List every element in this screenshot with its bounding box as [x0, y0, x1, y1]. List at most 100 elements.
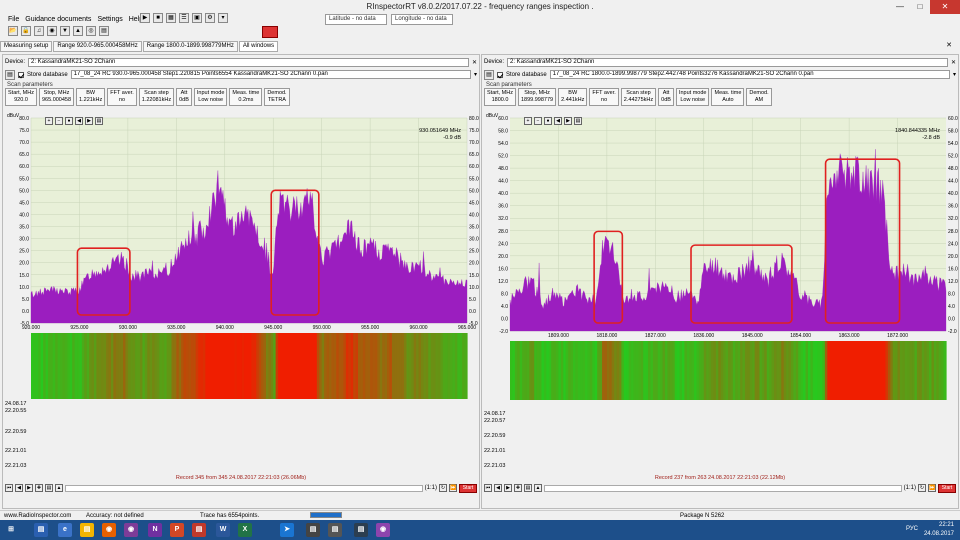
clock[interactable]: 22:21 24.08.2017 [924, 521, 954, 539]
pan-left-icon[interactable]: ◀ [554, 117, 562, 125]
firefox-icon[interactable]: ◉ [102, 523, 116, 537]
save-icon[interactable]: ▤ [524, 484, 532, 492]
ie-icon[interactable]: e [58, 523, 72, 537]
param-stop-mhz[interactable]: Stop, MHz 965.000458 [38, 88, 75, 106]
tab-measuring-setup[interactable]: Measuring setup [0, 41, 53, 52]
terminal-icon[interactable]: ▤ [328, 523, 342, 537]
target-icon[interactable]: ◎ [86, 26, 96, 36]
lock-view-icon[interactable]: ▤ [95, 117, 103, 125]
pan-left-icon[interactable]: ◀ [75, 117, 83, 125]
dropdown-icon[interactable]: ▾ [218, 13, 228, 23]
list-icon[interactable]: ☰ [179, 13, 189, 23]
first-icon[interactable]: ⏮ [484, 484, 492, 492]
param-scan-step[interactable]: Scan step 2.44275kHz [620, 88, 657, 106]
close-button[interactable]: ✕ [930, 0, 960, 14]
tab-range-920[interactable]: Range 920.0-965.000458MHz [53, 41, 142, 52]
word-icon[interactable]: W [216, 523, 230, 537]
param-fft-aver[interactable]: FFT aver. no [589, 88, 619, 106]
latitude-field[interactable]: Latitude - no data [325, 14, 387, 25]
onenote-icon[interactable]: N [148, 523, 162, 537]
timeline-scrollbar[interactable] [65, 484, 423, 492]
settings-icon[interactable]: ⚙ [205, 13, 215, 23]
next-icon[interactable]: ▶ [504, 484, 512, 492]
open-icon[interactable]: 📂 [8, 26, 18, 36]
loop-icon[interactable]: ↻ [439, 484, 447, 492]
folder-icon[interactable]: ▤ [80, 523, 94, 537]
image-icon[interactable]: ▣ [192, 13, 202, 23]
param-fft-aver[interactable]: FFT aver. no [107, 88, 137, 106]
next-icon[interactable]: ▶ [25, 484, 33, 492]
longitude-field[interactable]: Longitude - no data [391, 14, 453, 25]
zoom-in-icon[interactable]: + [524, 117, 532, 125]
menu-settings[interactable]: Settings [97, 14, 122, 26]
lock-icon[interactable]: 🔒 [21, 26, 31, 36]
minimize-button[interactable]: — [890, 0, 910, 14]
start-button[interactable]: Start [938, 483, 956, 493]
zoom-reset-icon[interactable]: ● [544, 117, 552, 125]
db-icon[interactable]: ▤ [5, 69, 15, 80]
speed-icon[interactable]: ⏩ [449, 484, 457, 492]
app3-icon[interactable]: ◉ [376, 523, 390, 537]
audio-icon[interactable]: ♫ [34, 26, 44, 36]
maximize-button[interactable]: □ [910, 0, 930, 14]
chart-icon[interactable]: ▲ [73, 26, 83, 36]
param-input-mode[interactable]: Input mode Low noise [193, 88, 228, 106]
param-start-mhz[interactable]: Start, MHz 1800.0 [484, 88, 516, 106]
explorer-icon[interactable]: ▤ [34, 523, 48, 537]
play-icon[interactable]: ▶ [140, 13, 150, 23]
menu-guidance[interactable]: Guidance documents [25, 14, 91, 26]
param-meas-time[interactable]: Meas. time 0.2ms [229, 88, 263, 106]
param-att[interactable]: Att 0dB [658, 88, 674, 106]
chart-toggle-icon[interactable]: ▲ [534, 484, 542, 492]
zoom-out-icon[interactable]: − [55, 117, 63, 125]
excel-icon[interactable]: X [238, 523, 252, 537]
tab-range-1800[interactable]: Range 1800.0-1899.998779MHz [142, 41, 238, 52]
language-indicator[interactable]: РУС [906, 526, 918, 532]
pan-right-icon[interactable]: ▶ [564, 117, 572, 125]
filter-icon[interactable]: ▼ [60, 26, 70, 36]
store-db-checkbox[interactable] [497, 71, 503, 78]
start-button[interactable]: Start [459, 483, 477, 493]
speed-icon[interactable]: ⏩ [928, 484, 936, 492]
pan-right-icon[interactable]: ▶ [85, 117, 93, 125]
param-bw[interactable]: BW 2.441kHz [558, 88, 588, 106]
powerpoint-icon[interactable]: P [170, 523, 184, 537]
param-bw[interactable]: BW 1.221kHz [76, 88, 106, 106]
grid-icon[interactable]: ▦ [166, 13, 176, 23]
zoom-out-icon[interactable]: − [534, 117, 542, 125]
param-stop-mhz[interactable]: Stop, MHz 1899.998779 [517, 88, 557, 106]
save-icon[interactable]: ▤ [45, 484, 53, 492]
spectrum-chart-left[interactable]: 920.000 925.000 930.000 935.000 940.000 945.0… [5, 110, 479, 400]
spectrum-chart-right[interactable]: 1809.000 1818.000 1827.000 1836.000 1845.000… [484, 110, 958, 400]
prev-icon[interactable]: ◀ [15, 484, 23, 492]
param-demod[interactable]: Demod. TETRA [264, 88, 290, 106]
zoom-in-icon[interactable]: + [45, 117, 53, 125]
pdf-icon[interactable]: ▤ [192, 523, 206, 537]
loop-icon[interactable]: ↻ [918, 484, 926, 492]
monitor-icon[interactable]: ▤ [306, 523, 320, 537]
stop-icon[interactable]: ■ [153, 13, 163, 23]
db-icon[interactable]: ▤ [484, 69, 494, 80]
param-input-mode[interactable]: Input mode Low noise [675, 88, 710, 106]
param-start-mhz[interactable]: Start, MHz 920.0 [5, 88, 37, 106]
prev-icon[interactable]: ◀ [494, 484, 502, 492]
app2-icon[interactable]: ▤ [354, 523, 368, 537]
expand-icon[interactable]: ✚ [514, 484, 522, 492]
tab-close-icon[interactable]: ✕ [946, 41, 952, 49]
record-button[interactable] [262, 26, 278, 38]
file-dropdown-icon[interactable]: ▾ [474, 71, 477, 78]
zoom-reset-icon[interactable]: ● [65, 117, 73, 125]
param-att[interactable]: Att 0dB [176, 88, 192, 106]
param-meas-time[interactable]: Meas. time Auto [711, 88, 745, 106]
lock-view-icon[interactable]: ▤ [574, 117, 582, 125]
tab-all-windows[interactable]: All windows [238, 41, 279, 52]
device-select[interactable]: 2: KassandraMK21-SO 2Chann [28, 57, 469, 67]
param-demod[interactable]: Demod. AM [746, 88, 772, 106]
camera-icon[interactable]: ◉ [47, 26, 57, 36]
app-icon[interactable]: ◉ [124, 523, 138, 537]
first-icon[interactable]: ⏮ [5, 484, 13, 492]
store-db-checkbox[interactable] [18, 71, 24, 78]
menu-file[interactable]: File [8, 14, 19, 26]
param-scan-step[interactable]: Scan step 1.22081kHz [138, 88, 175, 106]
rinspector-icon[interactable]: ➤ [280, 523, 294, 537]
